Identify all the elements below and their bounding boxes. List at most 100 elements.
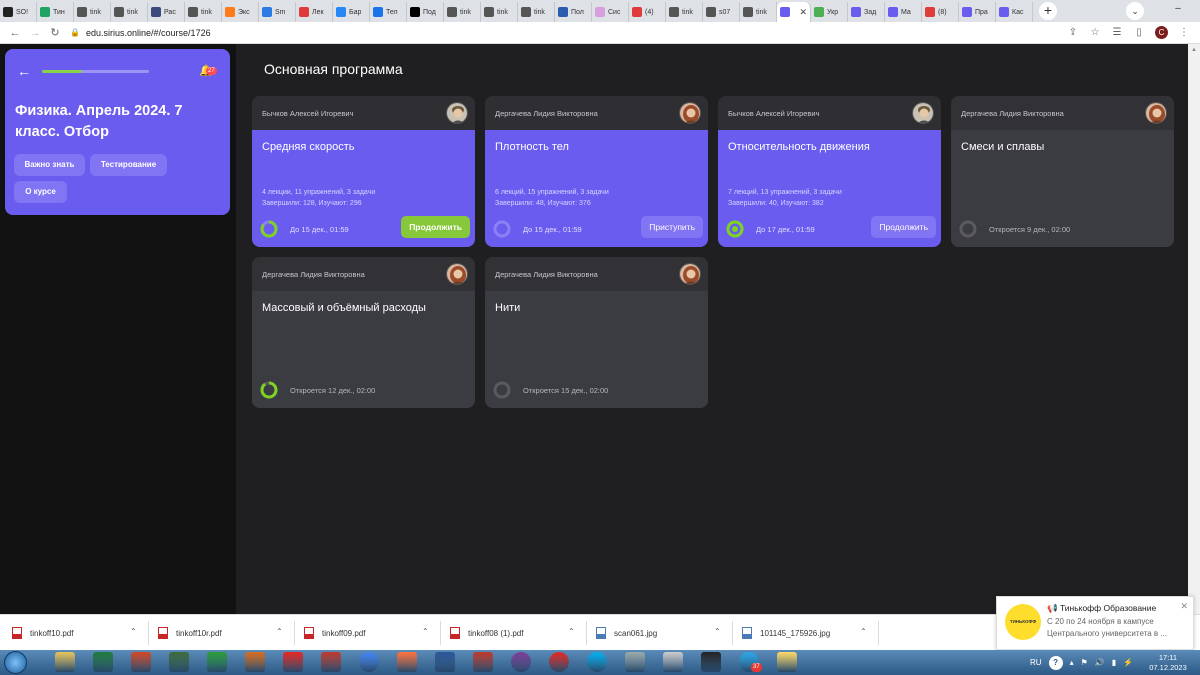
reading-list-icon[interactable]: ☰ [1111, 27, 1123, 39]
eye-icon[interactable] [207, 652, 227, 672]
pdf-icon[interactable] [321, 652, 341, 672]
browser-tab[interactable]: SO! [0, 2, 37, 22]
browser-tab[interactable]: (8) [922, 2, 959, 22]
download-item[interactable]: tinkoff09.pdf ⌃ [304, 623, 440, 643]
clock[interactable]: 17:11 07.12.2023 [1148, 653, 1188, 673]
tools-icon[interactable] [625, 652, 645, 672]
browser-tab[interactable]: tink [740, 2, 777, 22]
start-button[interactable] [4, 651, 27, 674]
skype-icon[interactable] [587, 652, 607, 672]
scroll-up-icon[interactable]: ▲ [1188, 44, 1200, 56]
new-tab-button[interactable]: + [1039, 2, 1057, 20]
browser-tab[interactable]: Пра [959, 2, 996, 22]
about-course-button[interactable]: О курсе [14, 181, 67, 203]
card-action-button[interactable]: Приступить [641, 216, 703, 238]
browser-tab[interactable]: Зад [848, 2, 885, 22]
browser-tab[interactable]: Под [407, 2, 444, 22]
browser-tab[interactable]: Бар [333, 2, 370, 22]
help-icon[interactable]: ? [1048, 655, 1063, 670]
chrome-icon[interactable] [359, 652, 379, 672]
browser-tab[interactable]: s07 [703, 2, 740, 22]
app-icon[interactable] [169, 652, 189, 672]
tray-expand-icon[interactable]: ▴ [1070, 658, 1074, 667]
download-item[interactable]: tinkoff08 (1).pdf ⌃ [450, 623, 586, 643]
chevron-up-icon[interactable]: ⌃ [568, 627, 575, 636]
chevron-up-icon[interactable]: ⌃ [714, 627, 721, 636]
browser-tab[interactable]: Ма [885, 2, 922, 22]
browser-tab[interactable]: (4) [629, 2, 666, 22]
chevron-up-icon[interactable]: ⌃ [422, 627, 429, 636]
browser-tab[interactable]: tink [481, 2, 518, 22]
download-item[interactable]: tinkoff10r.pdf ⌃ [158, 623, 294, 643]
share-icon[interactable]: ⇪ [1067, 27, 1079, 39]
browser-tab[interactable]: Рас [148, 2, 185, 22]
download-item[interactable]: tinkoff10.pdf ⌃ [12, 623, 148, 643]
browser-tab[interactable]: tink [74, 2, 111, 22]
browser-tab[interactable]: Тел [370, 2, 407, 22]
browser-tab[interactable]: tink [111, 2, 148, 22]
tab-search-button[interactable]: ⌄ [1126, 2, 1144, 20]
notification-toast[interactable]: ТИНЬКОФФ ОБРАЗОВАНИЕ 📢 Тинькофф Образова… [996, 596, 1194, 660]
address-field[interactable]: edu.sirius.online/#/course/1726 [86, 28, 211, 38]
download-item[interactable]: scan061.jpg ⌃ [596, 623, 732, 643]
page-scrollbar[interactable]: ▲ [1188, 44, 1200, 614]
browser-tab[interactable]: tink [185, 2, 222, 22]
testing-button[interactable]: Тестирование [90, 154, 167, 176]
yandex-icon[interactable] [283, 652, 303, 672]
explorer-icon[interactable] [55, 652, 75, 672]
card-body: Плотность тел 6 лекций, 15 упражнений, 3 … [485, 130, 708, 247]
browser-tab[interactable]: Пол [555, 2, 592, 22]
module-card[interactable]: Дергачева Лидия Викторовна Плотность тел 6… [485, 96, 708, 247]
forward-icon[interactable]: → [28, 26, 42, 40]
chevron-up-icon[interactable]: ⌃ [130, 627, 137, 636]
network-icon[interactable]: ▮ [1112, 658, 1116, 667]
language-indicator[interactable]: RU [1030, 658, 1042, 667]
window-minimize-button[interactable]: – [1170, 0, 1186, 18]
module-card[interactable]: Дергачева Лидия Викторовна Массовый и объ… [252, 257, 475, 408]
browser-menu-icon[interactable]: ⋮ [1178, 27, 1190, 39]
excel-icon[interactable] [93, 652, 113, 672]
module-card[interactable]: Бычков Алексей Игоревич Относительность д… [718, 96, 941, 247]
browser-tab[interactable]: Тин [37, 2, 74, 22]
word-icon[interactable] [435, 652, 455, 672]
side-panel-icon[interactable]: ▯ [1133, 27, 1145, 39]
browser-tab[interactable]: Лек [296, 2, 333, 22]
viber-icon[interactable] [511, 652, 531, 672]
important-info-button[interactable]: Важно знать [14, 154, 85, 176]
browser-tab[interactable]: Укр [811, 2, 848, 22]
browser-tab[interactable]: tink [444, 2, 481, 22]
browser-tab[interactable]: Кас [996, 2, 1033, 22]
calculator-icon[interactable] [663, 652, 683, 672]
power-icon[interactable]: ⚡ [1123, 658, 1133, 667]
browser-tab[interactable]: ✕ [777, 2, 811, 22]
chevron-up-icon[interactable]: ⌃ [860, 627, 867, 636]
media-icon[interactable] [245, 652, 265, 672]
browser-tab[interactable]: Sm [259, 2, 296, 22]
7zip-icon[interactable] [701, 652, 721, 672]
module-card[interactable]: Дергачева Лидия Викторовна Нити Откроется … [485, 257, 708, 408]
chevron-up-icon[interactable]: ⌃ [276, 627, 283, 636]
back-icon[interactable]: ← [8, 26, 22, 40]
yandex-browser-icon[interactable] [549, 652, 569, 672]
browser-tab[interactable]: Экс [222, 2, 259, 22]
outlook-icon[interactable] [131, 652, 151, 672]
browser-tab[interactable]: Сис [592, 2, 629, 22]
notes-icon[interactable] [777, 652, 797, 672]
module-card[interactable]: Бычков Алексей Игоревич Средняя скорость 4… [252, 96, 475, 247]
card-action-button[interactable]: Продолжить [401, 216, 470, 238]
close-icon[interactable]: ✕ [1180, 601, 1188, 612]
module-card[interactable]: Дергачева Лидия Викторовна Смеси и сплавы… [951, 96, 1174, 247]
tab-close-icon[interactable]: ✕ [799, 7, 807, 18]
player-icon[interactable] [473, 652, 493, 672]
profile-avatar[interactable]: C [1155, 26, 1168, 39]
flag-icon[interactable]: ⚑ [1081, 658, 1088, 667]
bookmark-star-icon[interactable]: ☆ [1089, 27, 1101, 39]
reload-icon[interactable]: ↻ [48, 26, 62, 40]
browser-tab[interactable]: tink [666, 2, 703, 22]
volume-icon[interactable]: 🔊 [1095, 658, 1105, 667]
card-action-button[interactable]: Продолжить [871, 216, 936, 238]
browser-tab[interactable]: tink [518, 2, 555, 22]
back-arrow-icon[interactable]: ← [17, 63, 31, 79]
firefox-icon[interactable] [397, 652, 417, 672]
download-item[interactable]: 101145_175926.jpg ⌃ [742, 623, 878, 643]
